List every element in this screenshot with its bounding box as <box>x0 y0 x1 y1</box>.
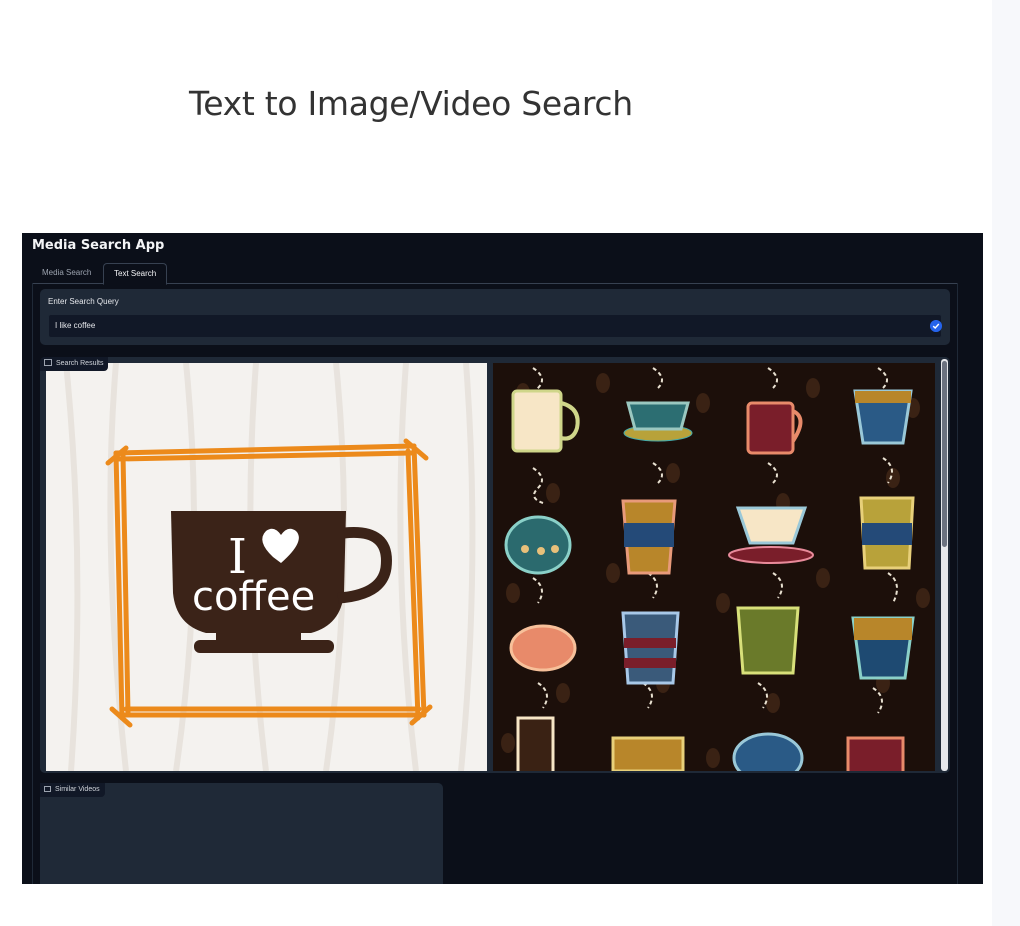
search-query-block: Enter Search Query I like coffee <box>40 289 950 345</box>
video-icon <box>44 786 51 792</box>
check-icon <box>930 320 942 332</box>
search-query-label: Enter Search Query <box>48 297 119 306</box>
coffee-cups-pattern <box>493 363 935 771</box>
media-search-app: Media Search App Media Search Text Searc… <box>22 233 983 884</box>
tab-bar: Media Search Text Search <box>32 263 958 285</box>
i-love-coffee-illustration: I coffee <box>46 363 487 771</box>
results-scrollbar-thumb[interactable] <box>942 361 947 547</box>
cup-text-coffee: coffee <box>192 574 315 620</box>
tab-text-search[interactable]: Text Search <box>103 263 168 285</box>
result-image-1[interactable]: I coffee <box>46 363 487 771</box>
image-icon <box>44 359 52 366</box>
search-results-gallery: Search Results I coffee <box>40 357 950 773</box>
similar-videos-label: Similar Videos <box>40 783 105 797</box>
app-title: Media Search App <box>32 238 165 253</box>
tab-media-search[interactable]: Media Search <box>32 263 101 283</box>
search-query-input[interactable]: I like coffee <box>48 314 942 338</box>
page-side-strip <box>992 0 1020 926</box>
similar-videos-panel: Similar Videos <box>40 783 443 884</box>
page-heading: Text to Image/Video Search <box>189 84 633 123</box>
result-image-2[interactable] <box>493 363 935 771</box>
search-results-label: Search Results <box>40 357 109 371</box>
